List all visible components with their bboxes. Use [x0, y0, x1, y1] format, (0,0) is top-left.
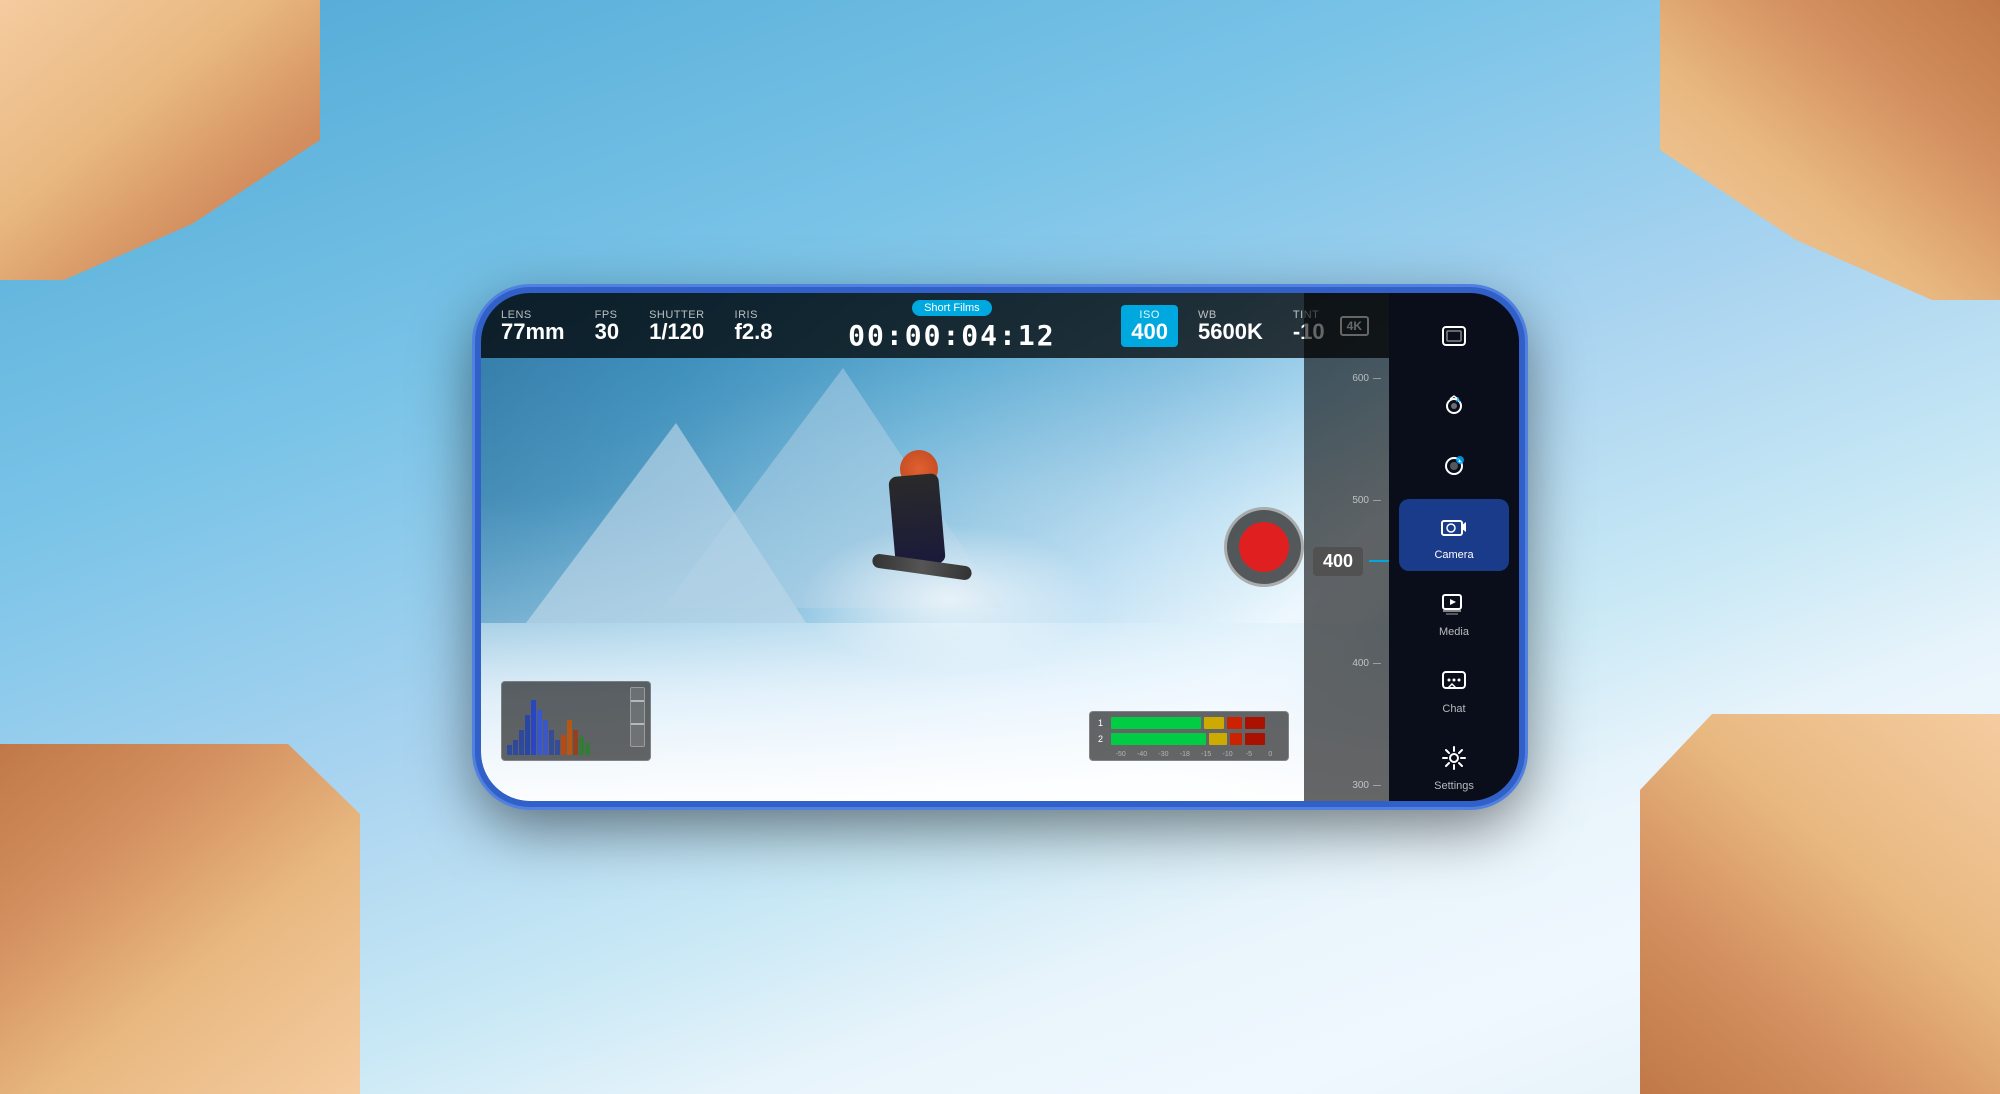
- iso-value: 400: [1131, 321, 1168, 343]
- audio-scale-50: -50: [1111, 751, 1130, 758]
- exp-400-line: [1373, 663, 1381, 664]
- lens-stat: LENS 77mm: [501, 309, 565, 343]
- media-nav-label: Media: [1439, 626, 1469, 638]
- record-button-area: [1224, 507, 1304, 587]
- svg-text:A: A: [1456, 398, 1461, 404]
- wb-stat: WB 5600K: [1198, 309, 1263, 343]
- chat-icon: [1436, 663, 1472, 699]
- svg-text:+: +: [1458, 459, 1461, 465]
- audio-scale-0: 0: [1261, 751, 1280, 758]
- settings-nav-label: Settings: [1434, 780, 1474, 792]
- camera-nav-label: Camera: [1434, 549, 1473, 561]
- settings-nav-item[interactable]: Settings: [1399, 730, 1509, 802]
- audio-track-1-num: 1: [1098, 718, 1108, 728]
- hud-top-bar: LENS 77mm FPS 30 SHUTTER 1/120 IRIS f2.8…: [481, 293, 1389, 358]
- exp-tick-600: 600: [1304, 373, 1389, 384]
- wb-value: 5600K: [1198, 321, 1263, 343]
- camera-nav-item[interactable]: Camera: [1399, 499, 1509, 571]
- exp-300-label: 300: [1339, 780, 1369, 791]
- shutter-stat: SHUTTER 1/120: [649, 309, 704, 343]
- audio-scale: -50 -40 -30 -18 -15 -10 -5 0: [1098, 751, 1280, 758]
- nav-panel: A + Ca: [1389, 293, 1519, 801]
- project-name: Short Films: [912, 300, 992, 316]
- auto-camera-icon: A: [1436, 387, 1472, 423]
- fps-value: 30: [595, 321, 619, 343]
- media-nav-item[interactable]: Media: [1399, 576, 1509, 648]
- audio-bar-2-yellow: [1209, 733, 1227, 745]
- media-icon: [1436, 586, 1472, 622]
- effect-icon: +: [1436, 448, 1472, 484]
- snowboarder-figure: [862, 445, 982, 645]
- audio-scale-30: -30: [1154, 751, 1173, 758]
- exp-600-line: [1373, 378, 1381, 379]
- audio-bar-2-red: [1230, 733, 1242, 745]
- settings-icon: [1436, 740, 1472, 776]
- iso-display[interactable]: ISO 400: [1121, 305, 1178, 347]
- audio-scale-18: -18: [1175, 751, 1194, 758]
- histogram-overlay: [501, 681, 651, 761]
- hand-right-bottom: [1640, 714, 2000, 1094]
- exp-tick-500: 500: [1304, 495, 1389, 506]
- audio-bar-1-red: [1227, 717, 1242, 729]
- audio-bar-1-yellow: [1204, 717, 1224, 729]
- iso-indicator: 400: [1313, 547, 1389, 576]
- audio-bar-2-green: [1111, 733, 1206, 745]
- hand-left-bottom: [0, 744, 360, 1094]
- audio-scale-10: -10: [1218, 751, 1237, 758]
- frame-button[interactable]: [1399, 308, 1509, 364]
- snowboarder-body: [889, 473, 947, 567]
- timecode-display: 00:00:04:12: [848, 319, 1055, 352]
- exp-tick-300: 300: [1304, 780, 1389, 791]
- lens-value: 77mm: [501, 321, 565, 343]
- fps-stat: FPS 30: [595, 309, 619, 343]
- iso-indicator-value: 400: [1313, 547, 1363, 576]
- audio-bar-1-peak: [1245, 717, 1265, 729]
- audio-track-2-num: 2: [1098, 734, 1108, 744]
- audio-scale-40: -40: [1132, 751, 1151, 758]
- chat-nav-label: Chat: [1442, 703, 1465, 715]
- chat-nav-item[interactable]: Chat: [1399, 653, 1509, 725]
- exp-500-line: [1373, 500, 1381, 501]
- audio-bar-2-peak: [1245, 733, 1265, 745]
- camera-viewfinder: LENS 77mm FPS 30 SHUTTER 1/120 IRIS f2.8…: [481, 293, 1389, 801]
- audio-meter: 1 2 -50 -40 -30 -18 -15 -10 -5: [1089, 711, 1289, 761]
- iris-value: f2.8: [735, 321, 773, 343]
- effect-button[interactable]: +: [1399, 438, 1509, 494]
- audio-track-2: 2: [1098, 733, 1280, 745]
- record-button[interactable]: [1224, 507, 1304, 587]
- audio-scale-15: -15: [1197, 751, 1216, 758]
- exposure-strip: 600 500 400 400 300: [1304, 293, 1389, 801]
- exp-500-label: 500: [1339, 495, 1369, 506]
- exp-600-label: 600: [1339, 373, 1369, 384]
- record-button-inner: [1239, 522, 1289, 572]
- audio-track-1: 1: [1098, 717, 1280, 729]
- iso-indicator-line: [1369, 560, 1389, 562]
- phone-frame: LENS 77mm FPS 30 SHUTTER 1/120 IRIS f2.8…: [475, 287, 1525, 807]
- shutter-value: 1/120: [649, 321, 704, 343]
- exp-tick-400: 400: [1304, 658, 1389, 669]
- camera-icon: [1436, 509, 1472, 545]
- auto-camera-button[interactable]: A: [1399, 377, 1509, 433]
- exposure-scale: 600 500 400 400 300: [1304, 363, 1389, 801]
- iris-stat: IRIS f2.8: [735, 309, 773, 343]
- exp-300-line: [1373, 785, 1381, 786]
- timecode-area: Short Films 00:00:04:12: [802, 300, 1101, 352]
- audio-scale-5: -5: [1239, 751, 1258, 758]
- audio-bar-1-green: [1111, 717, 1201, 729]
- frame-icon: [1436, 318, 1472, 354]
- exp-400-label: 400: [1339, 658, 1369, 669]
